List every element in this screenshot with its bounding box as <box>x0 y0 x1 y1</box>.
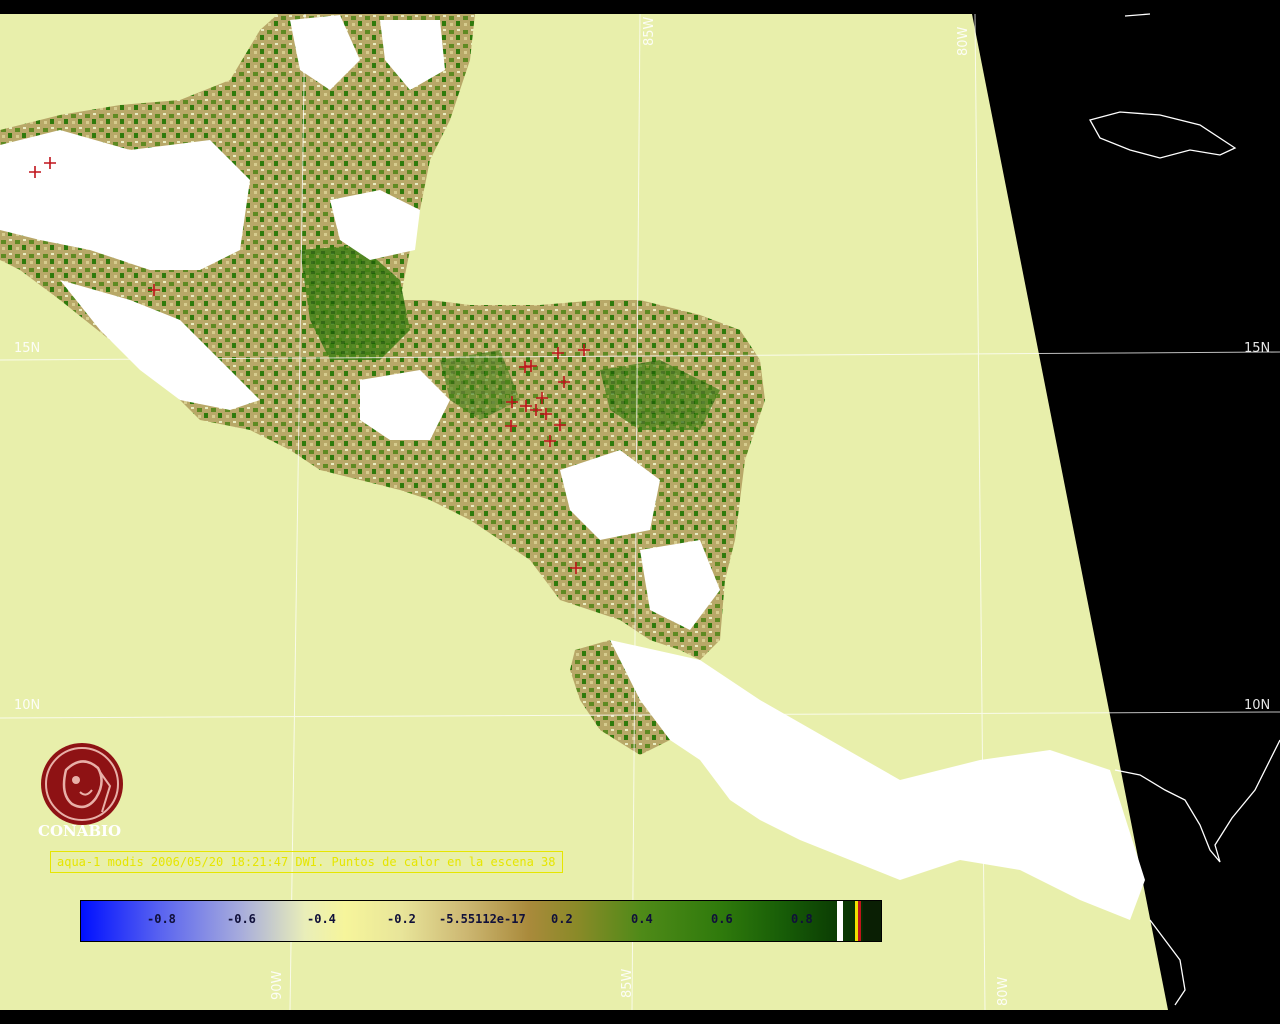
lon-label-80w-bottom: 80W <box>996 976 1011 1006</box>
lon-label-80w-top: 80W <box>956 26 971 56</box>
lat-label-10n-right: 10N <box>1244 698 1271 713</box>
ndvi-colorbar: -0.8 -0.6 -0.4 -0.2 -5.55112e-17 0.2 0.4… <box>80 900 882 942</box>
lat-label-15n-left: 15N <box>14 341 41 356</box>
colorbar-label: 0.6 <box>711 912 733 926</box>
conabio-logo-text: CONABIO <box>38 822 122 840</box>
lat-label-10n-left: 10N <box>14 698 41 713</box>
colorbar-label: 0.4 <box>631 912 653 926</box>
colorbar-cloud-swatch <box>837 901 843 941</box>
colorbar-label: 0.2 <box>551 912 573 926</box>
colorbar-hotspot-swatch <box>858 901 861 941</box>
colorbar-label: -0.2 <box>387 912 416 926</box>
colorbar-label: -0.8 <box>147 912 176 926</box>
colorbar-label: -5.55112e-17 <box>439 912 526 926</box>
scene-caption: aqua-1 modis 2006/05/20 18:21:47 DWI. Pu… <box>50 851 563 873</box>
colorbar-label: -0.6 <box>227 912 256 926</box>
colorbar-label: 0.8 <box>791 912 813 926</box>
lat-label-15n-right: 15N <box>1244 341 1271 356</box>
lon-label-85w-bottom: 85W <box>620 968 635 998</box>
lon-label-90w: 90W <box>270 970 285 1000</box>
colorbar-swatch <box>863 901 881 941</box>
lon-label-85w-top: 85W <box>642 16 657 46</box>
colorbar-label: -0.4 <box>307 912 336 926</box>
